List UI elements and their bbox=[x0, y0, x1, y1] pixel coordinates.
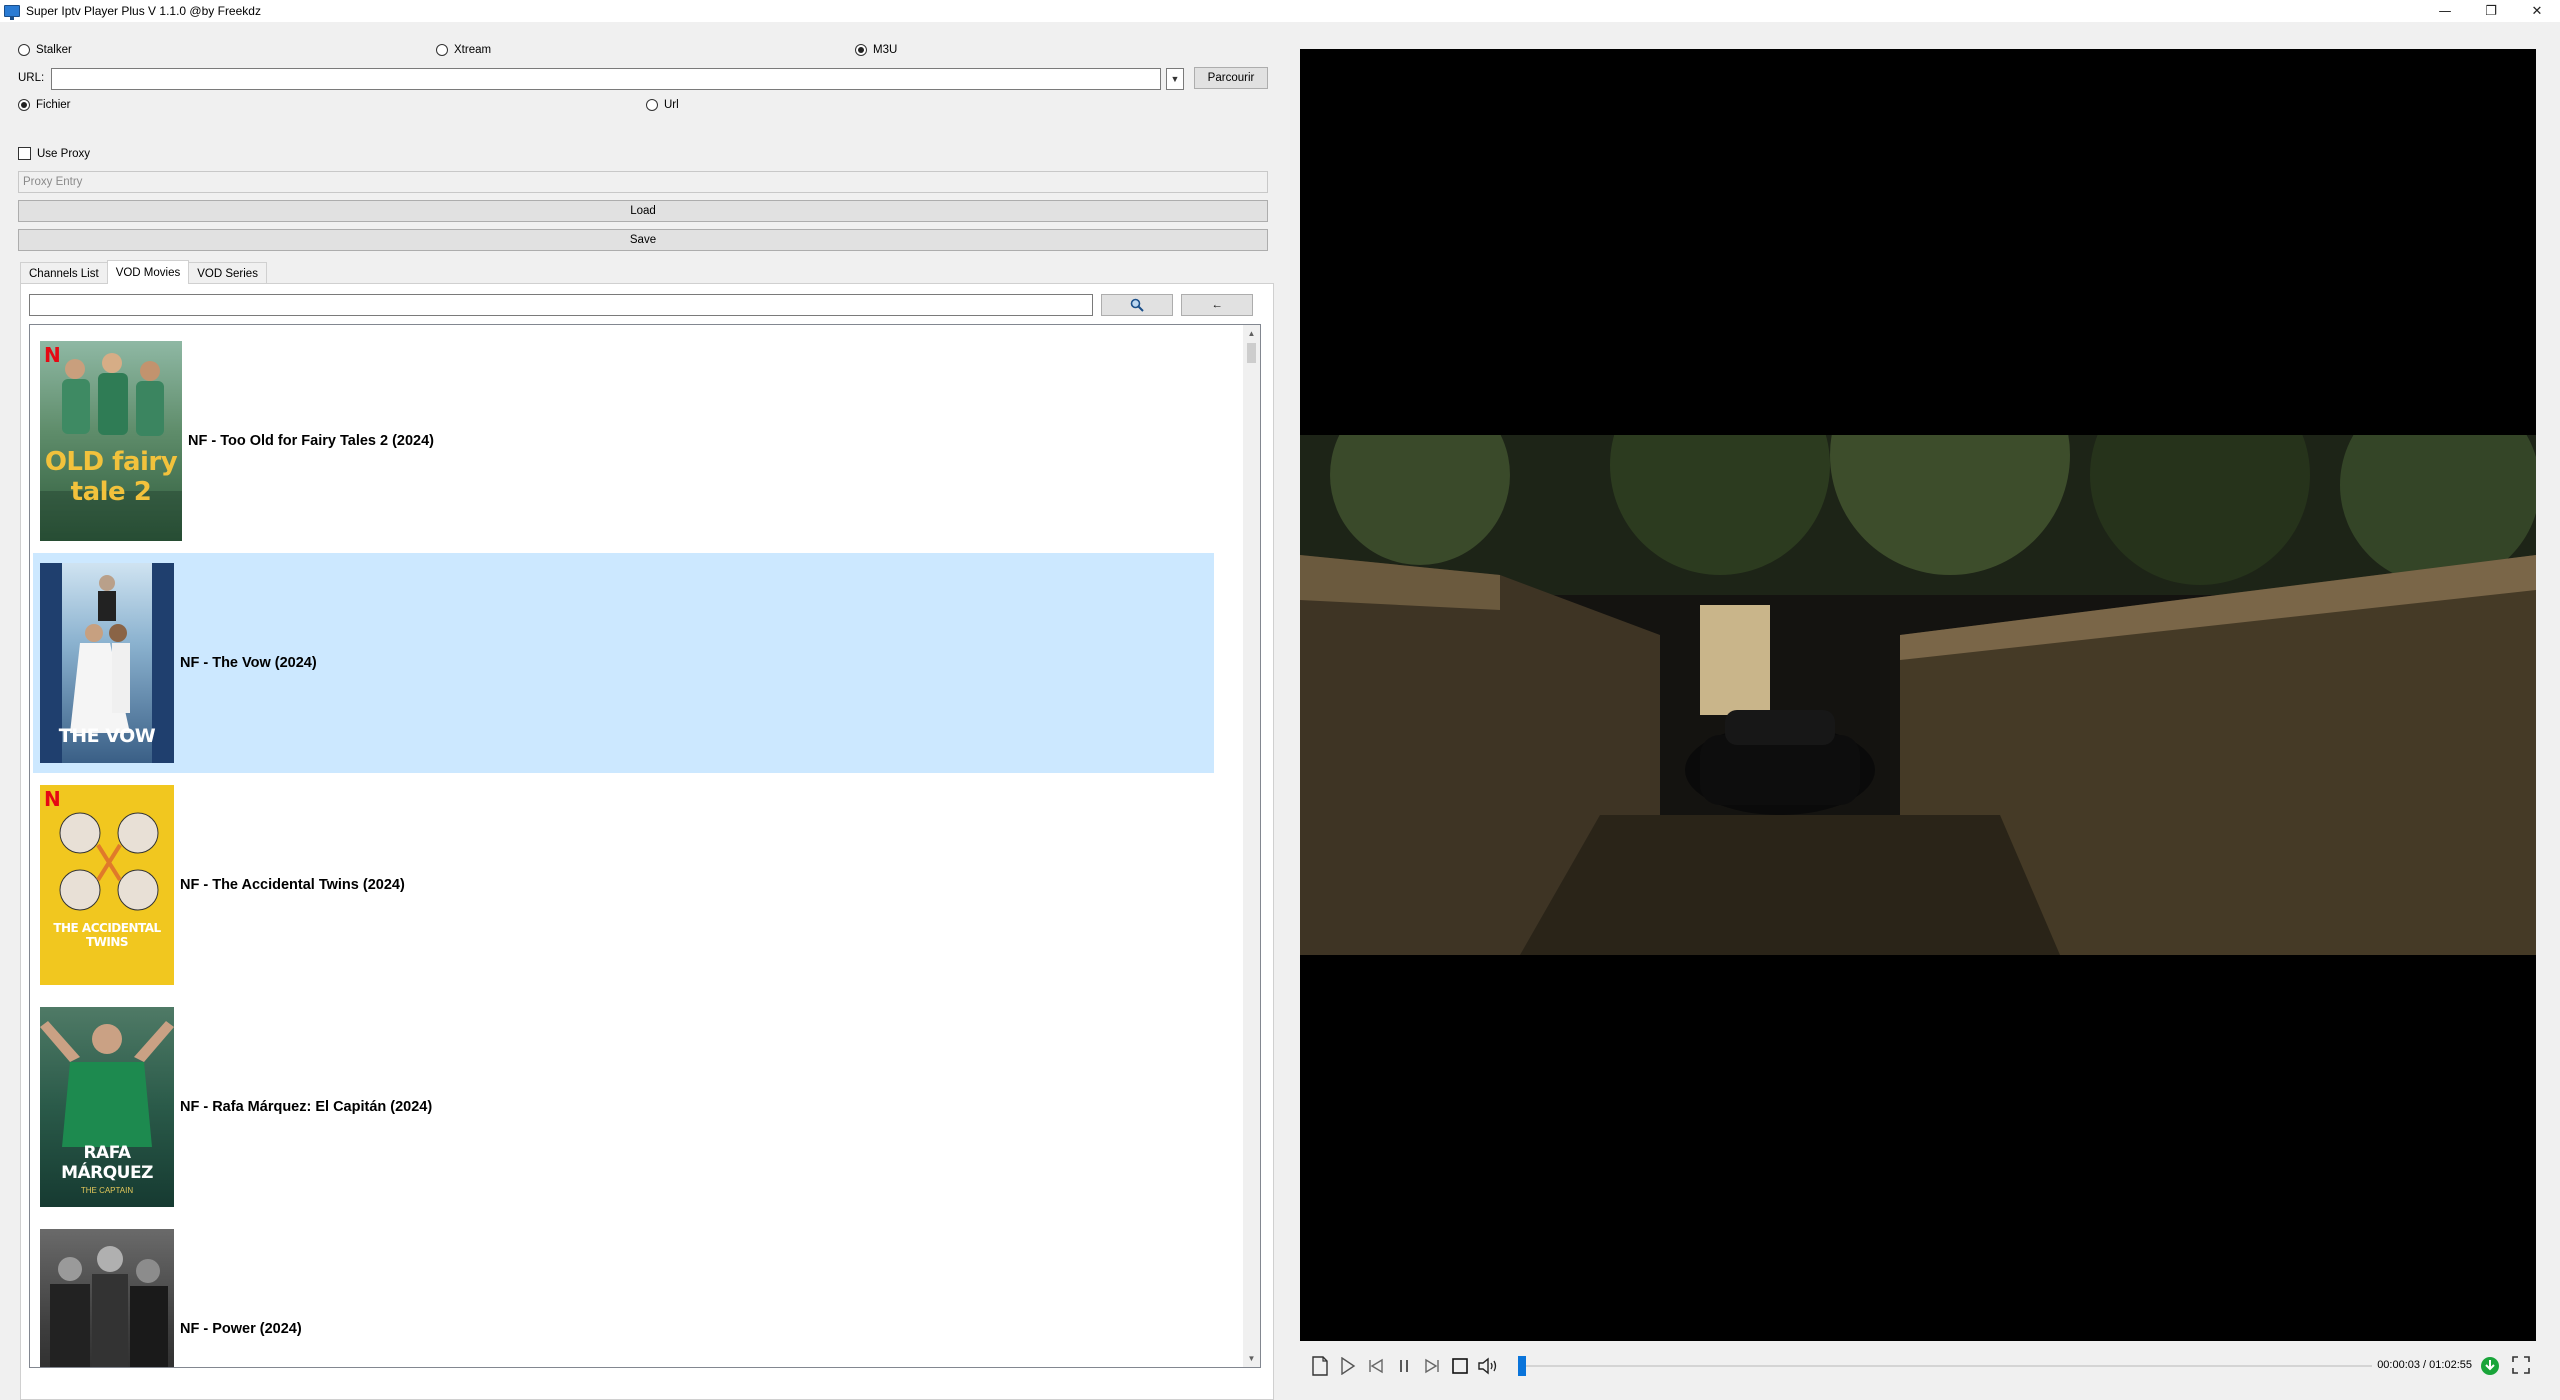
radio-m3u[interactable]: M3U bbox=[855, 44, 897, 56]
movie-poster: N OLD fairy tale 2 bbox=[40, 341, 182, 541]
download-icon bbox=[2481, 1357, 2499, 1375]
stop-icon bbox=[1452, 1358, 1468, 1374]
radio-m3u-indicator[interactable] bbox=[855, 44, 867, 56]
fullscreen-icon bbox=[2512, 1356, 2530, 1374]
movie-poster bbox=[40, 1229, 174, 1367]
search-icon bbox=[1130, 298, 1144, 312]
poster-title: RAFA MÁRQUEZ bbox=[61, 1143, 153, 1183]
radio-xtream[interactable]: Xtream bbox=[436, 44, 491, 56]
radio-url[interactable]: Url bbox=[646, 99, 679, 111]
window-controls: — ❐ ✕ bbox=[2422, 0, 2560, 22]
restore-button[interactable]: ❐ bbox=[2468, 0, 2514, 22]
movie-title: NF - Rafa Márquez: El Capitán (2024) bbox=[180, 1099, 433, 1115]
tab-vod-series[interactable]: VOD Series bbox=[188, 262, 267, 284]
tab-bar: Channels List VOD Movies VOD Series bbox=[20, 260, 267, 284]
radio-fichier-indicator[interactable] bbox=[18, 99, 30, 111]
video-frame bbox=[1300, 435, 2536, 955]
netflix-logo-icon: N bbox=[44, 343, 61, 367]
poster-title: OLD fairy tale 2 bbox=[44, 447, 178, 507]
movie-title: NF - The Vow (2024) bbox=[180, 655, 317, 671]
volume-button[interactable] bbox=[1474, 1352, 1502, 1380]
next-button[interactable] bbox=[1418, 1352, 1446, 1380]
video-player[interactable] bbox=[1300, 49, 2536, 1341]
seek-bar[interactable] bbox=[1518, 1365, 2372, 1367]
url-label: URL: bbox=[18, 72, 45, 84]
poster-art-figures bbox=[40, 353, 182, 541]
back-button[interactable]: ← bbox=[1181, 294, 1253, 316]
poster-subtitle: THE CAPTAIN bbox=[80, 1186, 134, 1195]
minimize-button[interactable]: — bbox=[2422, 0, 2468, 22]
close-button[interactable]: ✕ bbox=[2514, 0, 2560, 22]
movie-title: NF - Too Old for Fairy Tales 2 (2024) bbox=[188, 433, 435, 449]
left-panel: Stalker Xtream M3U URL: ▼ Parcourir Fich… bbox=[0, 22, 1290, 1400]
use-proxy-checkbox-box[interactable] bbox=[18, 147, 31, 160]
play-button[interactable] bbox=[1334, 1352, 1362, 1380]
pause-icon bbox=[1400, 1360, 1408, 1372]
movie-poster: THE VOW bbox=[40, 563, 174, 763]
scroll-thumb[interactable] bbox=[1247, 343, 1256, 363]
list-item[interactable]: THE VOW NF - The Vow (2024) bbox=[33, 553, 1214, 773]
save-button[interactable]: Save bbox=[18, 229, 1268, 251]
download-button[interactable] bbox=[2480, 1356, 2500, 1379]
list-item[interactable]: RAFA MÁRQUEZ THE CAPTAIN NF - Rafa Márqu… bbox=[33, 997, 1214, 1217]
skip-forward-icon bbox=[1425, 1358, 1439, 1374]
url-input[interactable] bbox=[51, 68, 1161, 90]
radio-xtream-indicator[interactable] bbox=[436, 44, 448, 56]
tab-channels-list[interactable]: Channels List bbox=[20, 262, 108, 284]
poster-art-crowd bbox=[50, 1246, 168, 1367]
time-display: 00:00:03 / 01:02:55 bbox=[2377, 1359, 2472, 1371]
radio-xtream-label: Xtream bbox=[454, 44, 492, 56]
poster-title: THE VOW bbox=[58, 725, 156, 747]
seek-handle[interactable] bbox=[1518, 1356, 1526, 1376]
movie-list[interactable]: N OLD fairy tale 2 NF - Too Old for Fair… bbox=[29, 324, 1261, 1368]
window-title: Super Iptv Player Plus V 1.1.0 @by Freek… bbox=[26, 4, 261, 18]
radio-fichier[interactable]: Fichier bbox=[18, 99, 71, 111]
tab-vod-movies[interactable]: VOD Movies bbox=[106, 260, 190, 284]
movie-poster: N THE ACCIDENTAL TWINS bbox=[40, 785, 174, 985]
open-file-button[interactable] bbox=[1306, 1352, 1334, 1380]
movie-poster: RAFA MÁRQUEZ THE CAPTAIN bbox=[40, 1007, 174, 1207]
search-button[interactable] bbox=[1101, 294, 1173, 316]
app-monitor-icon bbox=[4, 5, 20, 20]
list-item[interactable]: NF - Power (2024) bbox=[33, 1219, 1214, 1367]
movie-title: NF - Power (2024) bbox=[180, 1321, 302, 1337]
radio-m3u-label: M3U bbox=[873, 44, 898, 56]
netflix-logo-icon: N bbox=[44, 787, 61, 811]
pause-button[interactable] bbox=[1390, 1352, 1418, 1380]
volume-icon bbox=[1478, 1357, 1497, 1375]
radio-stalker-indicator[interactable] bbox=[18, 44, 30, 56]
use-proxy-label: Use Proxy bbox=[37, 147, 91, 160]
search-input[interactable] bbox=[29, 294, 1093, 316]
play-icon bbox=[1341, 1357, 1356, 1375]
proxy-entry-input[interactable]: Proxy Entry bbox=[18, 171, 1268, 193]
list-item[interactable]: N OLD fairy tale 2 NF - Too Old for Fair… bbox=[33, 331, 1214, 551]
vod-movies-panel: ← N OLD fairy tale 2 NF - Too Old for Fa… bbox=[20, 283, 1274, 1400]
video-scene-image bbox=[1300, 435, 2536, 955]
radio-stalker-label: Stalker bbox=[36, 44, 72, 56]
skip-back-icon bbox=[1369, 1358, 1383, 1374]
use-proxy-checkbox[interactable]: Use Proxy bbox=[18, 147, 90, 160]
poster-art-faces bbox=[59, 812, 159, 911]
radio-fichier-label: Fichier bbox=[36, 99, 71, 111]
radio-stalker[interactable]: Stalker bbox=[18, 44, 72, 56]
chevron-down-icon: ▼ bbox=[1170, 74, 1180, 84]
radio-url-label: Url bbox=[664, 99, 679, 111]
scroll-up-icon[interactable]: ▲ bbox=[1243, 325, 1260, 342]
title-bar: Super Iptv Player Plus V 1.1.0 @by Freek… bbox=[0, 0, 2560, 22]
load-button[interactable]: Load bbox=[18, 200, 1268, 222]
player-controls: 00:00:03 / 01:02:55 bbox=[1300, 1346, 2536, 1386]
radio-url-indicator[interactable] bbox=[646, 99, 658, 111]
fullscreen-button[interactable] bbox=[2512, 1356, 2530, 1377]
file-icon bbox=[1312, 1356, 1328, 1376]
url-dropdown-button[interactable]: ▼ bbox=[1166, 68, 1184, 90]
list-scrollbar[interactable]: ▲ ▼ bbox=[1243, 325, 1260, 1367]
browse-button[interactable]: Parcourir bbox=[1194, 67, 1268, 89]
list-item[interactable]: N THE ACCIDENTAL TWINS NF - The Accident… bbox=[33, 775, 1214, 995]
poster-title: THE ACCIDENTAL TWINS bbox=[53, 921, 161, 949]
previous-button[interactable] bbox=[1362, 1352, 1390, 1380]
stop-button[interactable] bbox=[1446, 1352, 1474, 1380]
movie-title: NF - The Accidental Twins (2024) bbox=[180, 877, 405, 893]
scroll-down-icon[interactable]: ▼ bbox=[1243, 1350, 1260, 1367]
